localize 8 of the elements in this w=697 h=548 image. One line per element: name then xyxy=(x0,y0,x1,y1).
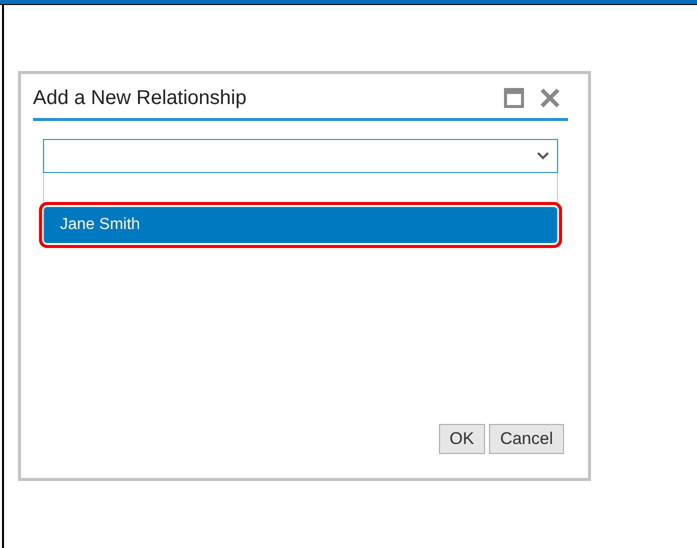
ok-button[interactable]: OK xyxy=(438,424,486,454)
dropdown-field[interactable] xyxy=(43,139,558,173)
dialog-title: Add a New Relationship xyxy=(33,88,248,108)
cancel-button[interactable]: Cancel xyxy=(489,424,564,454)
chevron-down-icon xyxy=(537,152,549,160)
dropdown-option[interactable]: Jane Smith xyxy=(44,207,557,243)
maximize-icon[interactable] xyxy=(504,88,524,108)
close-icon[interactable] xyxy=(540,88,560,108)
